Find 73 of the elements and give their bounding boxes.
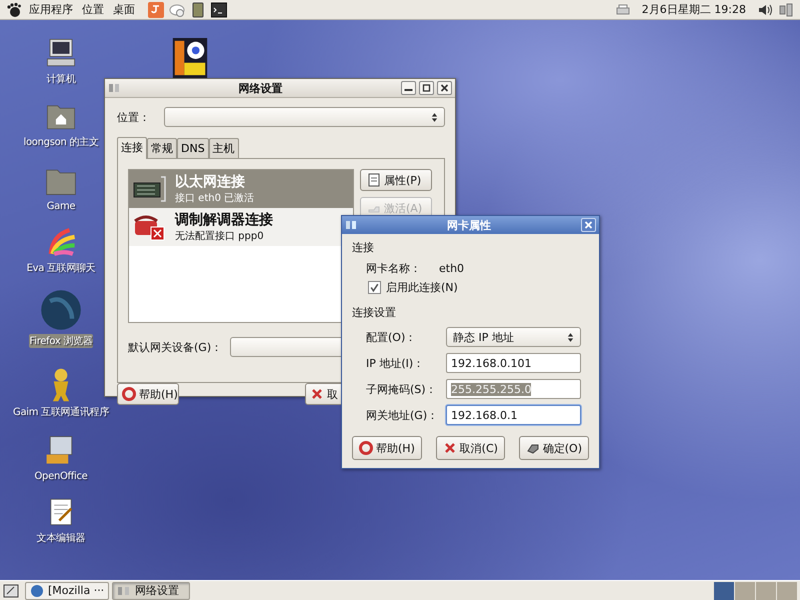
dialog-title: 网卡属性 [446, 218, 492, 232]
field-label: 网关地址(G)： [366, 408, 440, 422]
globe-icon [30, 584, 44, 598]
tab[interactable]: DNS [177, 138, 209, 158]
panel-menu[interactable]: 桌面 [111, 2, 137, 17]
nic-name-label: 网卡名称： [366, 260, 421, 276]
checkmark-icon [369, 282, 380, 292]
clock[interactable]: 2月6日星期二 19:28 [642, 2, 746, 17]
tab[interactable]: 连接 [117, 137, 147, 159]
tab[interactable]: 常规 [147, 138, 177, 158]
panel-menu[interactable]: 应用程序 [27, 2, 75, 17]
maximize-button[interactable] [419, 81, 434, 95]
window-menu-icon[interactable] [345, 219, 357, 231]
close-icon [439, 83, 450, 93]
location-label: 位置： [117, 110, 150, 124]
terminal-icon[interactable] [211, 2, 227, 18]
section-heading: 连接设置 [352, 305, 397, 320]
input-field[interactable]: 192.168.0.101 [446, 353, 581, 373]
network-icon[interactable] [778, 2, 794, 18]
section-heading: 连接 [352, 240, 375, 255]
show-desktop-icon[interactable] [3, 582, 19, 598]
help-button[interactable]: 帮助(H) [117, 383, 179, 405]
location-dropdown[interactable] [164, 107, 445, 127]
help-button[interactable]: 帮助(H) [352, 436, 422, 460]
icon-label[interactable]: 计算机 [45, 72, 77, 86]
maximize-icon [421, 83, 432, 93]
minimize-button[interactable] [401, 81, 416, 95]
properties-button[interactable]: 属性(P) [360, 169, 432, 191]
ok-button[interactable]: 确定(O) [518, 436, 589, 460]
network-card-icon [133, 175, 167, 203]
window-menu-icon[interactable] [108, 82, 120, 94]
launcher-icon[interactable] [148, 2, 164, 18]
connection-name: 调制解调器连接 [175, 211, 273, 229]
up-down-arrows-icon [431, 112, 438, 122]
connection-status: 接口 eth0 已激活 [175, 192, 254, 205]
connection-item[interactable]: 调制解调器连接 无法配置接口 ppp0 [129, 208, 353, 246]
icon-label[interactable]: 文本编辑器 [36, 531, 86, 545]
nic-name-value: eth0 [439, 262, 464, 274]
input-field[interactable]: 192.168.0.1 [446, 405, 581, 425]
icon-label[interactable]: OpenOffice [33, 471, 89, 482]
cancel-button[interactable]: 取消(C) [436, 436, 505, 460]
close-icon [583, 220, 594, 230]
printer-icon[interactable] [614, 2, 631, 18]
window-title: 网络设置 [238, 80, 284, 96]
cross-icon [442, 441, 457, 455]
icon-label[interactable]: Gaim 互联网通讯程序 [12, 405, 110, 419]
default-gateway-label: 默认网关设备(G)： [128, 340, 222, 354]
task-button[interactable]: 网络设置 [112, 582, 190, 600]
phone-error-icon [133, 213, 167, 241]
close-button[interactable] [437, 81, 452, 95]
connection-name: 以太网连接 [175, 173, 246, 191]
panel-menu[interactable]: 位置 [80, 2, 106, 17]
minimize-icon [403, 89, 414, 91]
task-button[interactable]: [Mozilla ··· [25, 582, 109, 600]
icon-label[interactable]: Eva 互联网聊天 [26, 261, 96, 275]
document-icon [367, 173, 381, 187]
icon-label[interactable]: loongson 的主文 [22, 135, 100, 149]
cross-icon [310, 387, 324, 401]
enable-checkbox[interactable] [368, 280, 381, 294]
connection-status: 无法配置接口 ppp0 [175, 230, 265, 243]
config-dropdown[interactable]: 静态 IP 地址 [446, 327, 581, 347]
cloud-clock-icon[interactable] [169, 2, 185, 18]
tab[interactable]: 主机 [208, 138, 239, 158]
enable-connection-label[interactable]: 启用此连接(N) [386, 280, 458, 294]
lifebuoy-icon [359, 441, 373, 455]
foot-icon[interactable] [6, 2, 22, 18]
up-down-arrows-icon [567, 332, 574, 342]
lifebuoy-icon [122, 387, 136, 401]
field-label: IP 地址(I)： [366, 356, 426, 370]
icon-label[interactable]: Game [46, 201, 76, 212]
config-label: 配置(O)： [366, 330, 418, 344]
field-label: 子网掩码(S)： [366, 382, 438, 396]
workspace[interactable] [713, 582, 734, 600]
